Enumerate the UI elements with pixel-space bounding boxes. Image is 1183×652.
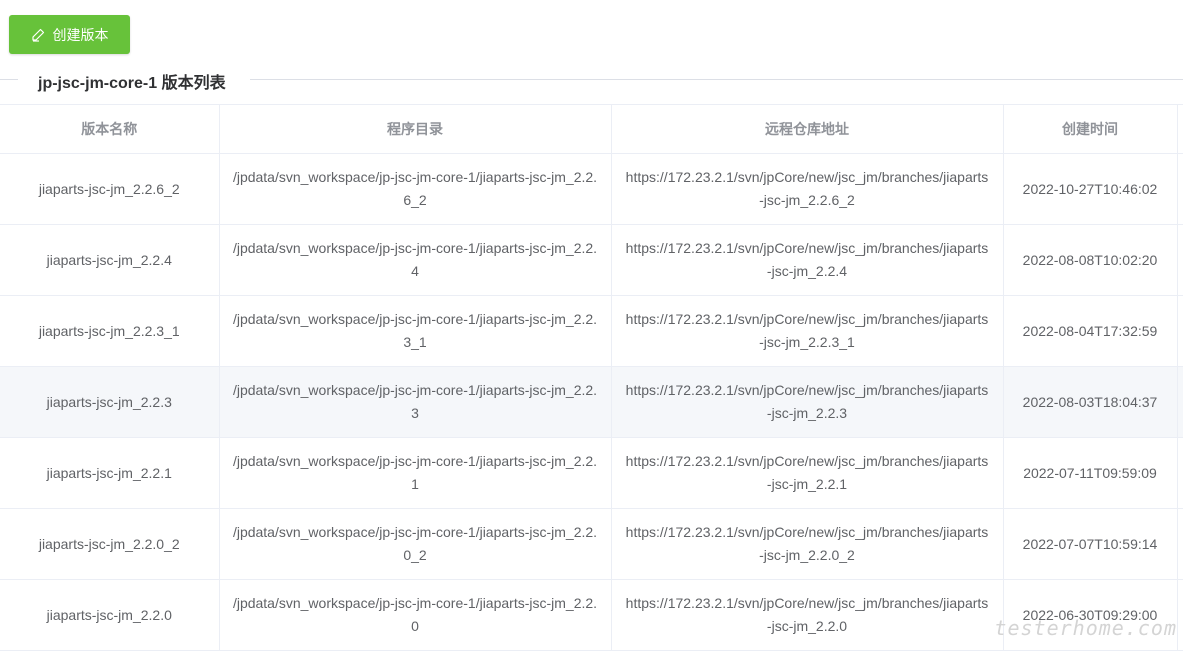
cell-repo-url: https://172.23.2.1/svn/jpCore/new/jsc_jm… [611,437,1004,509]
column-header-extra [1177,104,1183,154]
cell-repo-url: https://172.23.2.1/svn/jpCore/new/jsc_jm… [611,153,1004,225]
cell-extra [1177,508,1183,580]
cell-version-name: jiaparts-jsc-jm_2.2.1 [0,437,220,509]
divider-left [0,79,18,80]
column-header-program-dir: 程序目录 [219,104,612,154]
table-row[interactable]: jiaparts-jsc-jm_2.2.0_2 /jpdata/svn_work… [0,508,1183,580]
cell-version-name: jiaparts-jsc-jm_2.2.3 [0,366,220,438]
cell-repo-url: https://172.23.2.1/svn/jpCore/new/jsc_jm… [611,366,1004,438]
version-table: 版本名称 程序目录 远程仓库地址 创建时间 jiaparts-jsc-jm_2.… [0,104,1183,651]
divider-right [250,79,1183,80]
cell-program-dir: /jpdata/svn_workspace/jp-jsc-jm-core-1/j… [219,224,612,296]
cell-created-time: 2022-10-27T10:46:02 [1003,153,1178,225]
create-version-label: 创建版本 [52,26,109,43]
section-title: jp-jsc-jm-core-1 版本列表 [38,75,226,92]
cell-created-time: 2022-07-11T09:59:09 [1003,437,1178,509]
cell-extra [1177,295,1183,367]
cell-extra [1177,579,1183,651]
table-header-row: 版本名称 程序目录 远程仓库地址 创建时间 [0,104,1183,154]
cell-repo-url: https://172.23.2.1/svn/jpCore/new/jsc_jm… [611,295,1004,367]
cell-program-dir: /jpdata/svn_workspace/jp-jsc-jm-core-1/j… [219,437,612,509]
cell-version-name: jiaparts-jsc-jm_2.2.3_1 [0,295,220,367]
cell-repo-url: https://172.23.2.1/svn/jpCore/new/jsc_jm… [611,579,1004,651]
cell-program-dir: /jpdata/svn_workspace/jp-jsc-jm-core-1/j… [219,579,612,651]
table-row[interactable]: jiaparts-jsc-jm_2.2.3_1 /jpdata/svn_work… [0,295,1183,367]
cell-created-time: 2022-07-07T10:59:14 [1003,508,1178,580]
table-row[interactable]: jiaparts-jsc-jm_2.2.1 /jpdata/svn_worksp… [0,437,1183,509]
cell-version-name: jiaparts-jsc-jm_2.2.4 [0,224,220,296]
cell-program-dir: /jpdata/svn_workspace/jp-jsc-jm-core-1/j… [219,295,612,367]
cell-created-time: 2022-08-03T18:04:37 [1003,366,1178,438]
table-row[interactable]: jiaparts-jsc-jm_2.2.3 /jpdata/svn_worksp… [0,366,1183,438]
column-header-repo-url: 远程仓库地址 [611,104,1004,154]
column-header-created-time: 创建时间 [1003,104,1178,154]
cell-extra [1177,224,1183,296]
cell-extra [1177,153,1183,225]
cell-repo-url: https://172.23.2.1/svn/jpCore/new/jsc_jm… [611,224,1004,296]
cell-created-time: 2022-08-04T17:32:59 [1003,295,1178,367]
table-row[interactable]: jiaparts-jsc-jm_2.2.4 /jpdata/svn_worksp… [0,224,1183,296]
cell-program-dir: /jpdata/svn_workspace/jp-jsc-jm-core-1/j… [219,153,612,225]
cell-program-dir: /jpdata/svn_workspace/jp-jsc-jm-core-1/j… [219,366,612,438]
cell-created-time: 2022-08-08T10:02:20 [1003,224,1178,296]
section-header: jp-jsc-jm-core-1 版本列表 [0,64,1183,96]
cell-version-name: jiaparts-jsc-jm_2.2.0 [0,579,220,651]
create-version-button[interactable]: 创建版本 [9,15,130,54]
table-row[interactable]: jiaparts-jsc-jm_2.2.6_2 /jpdata/svn_work… [0,153,1183,225]
cell-extra [1177,437,1183,509]
cell-version-name: jiaparts-jsc-jm_2.2.0_2 [0,508,220,580]
cell-extra [1177,366,1183,438]
column-header-version-name: 版本名称 [0,104,220,154]
cell-program-dir: /jpdata/svn_workspace/jp-jsc-jm-core-1/j… [219,508,612,580]
cell-repo-url: https://172.23.2.1/svn/jpCore/new/jsc_jm… [611,508,1004,580]
cell-version-name: jiaparts-jsc-jm_2.2.6_2 [0,153,220,225]
watermark: testerhome.com [994,616,1177,640]
edit-icon [31,28,45,42]
